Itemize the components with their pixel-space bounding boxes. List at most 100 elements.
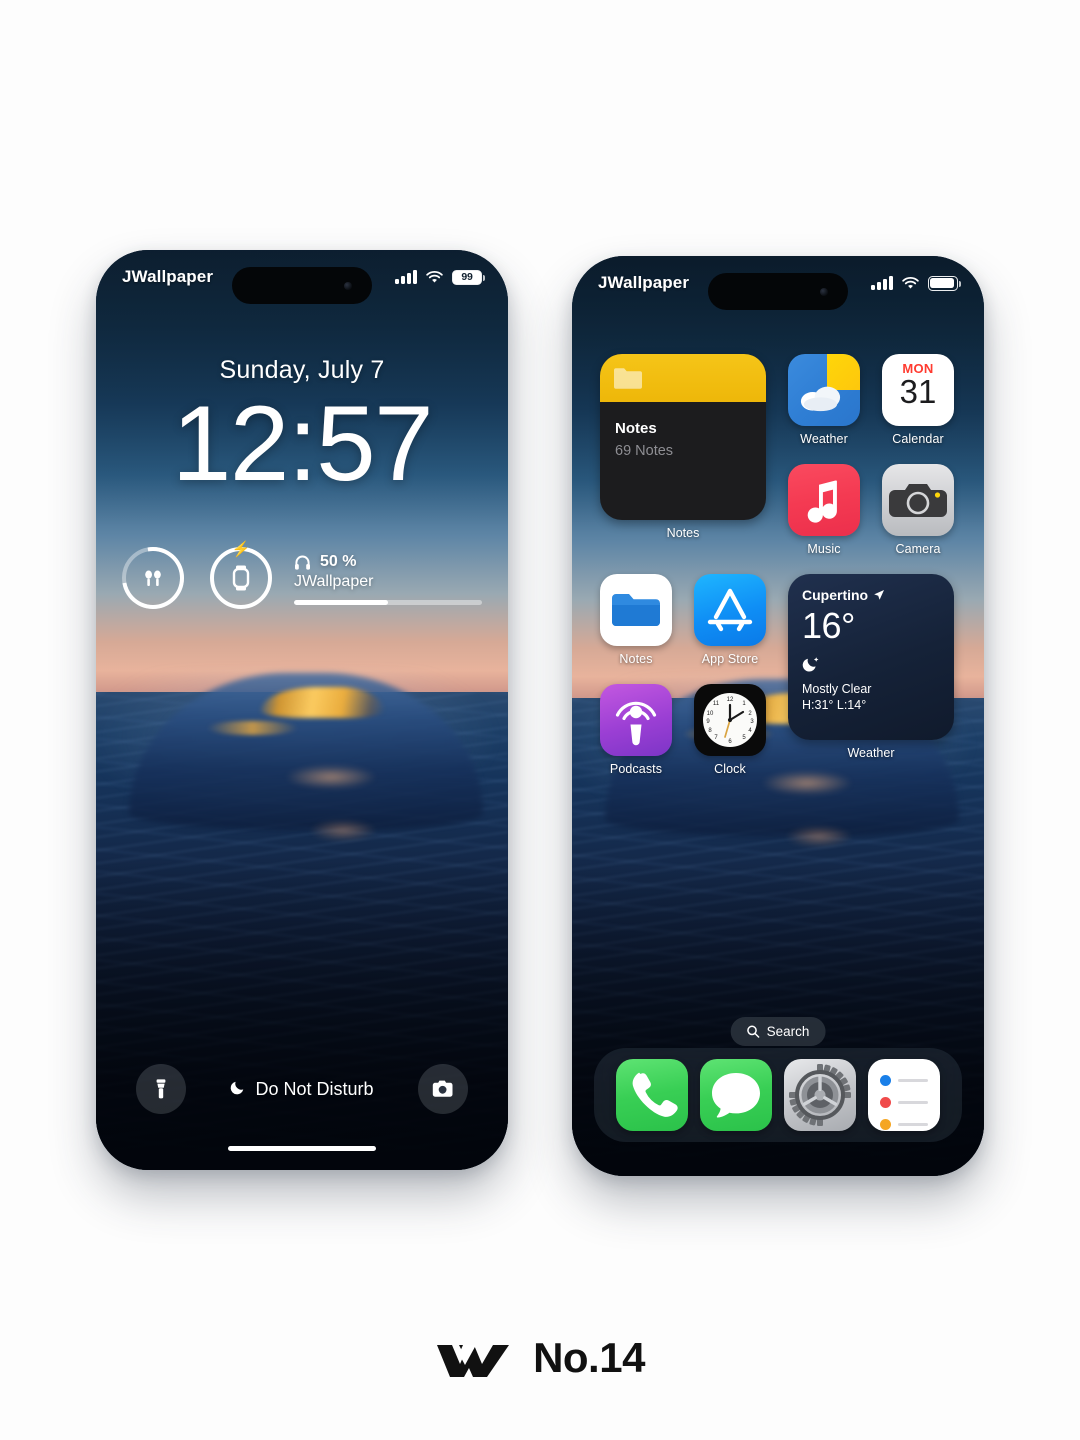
lock-widgets-row: ⚡ 50 % JWallpaper	[96, 534, 508, 622]
cloud-shape	[800, 386, 840, 411]
wallpaper-reflection-two	[310, 820, 377, 841]
podcasts-icon	[600, 684, 672, 756]
app-music[interactable]: Music	[788, 464, 860, 556]
lock-screen-phone: JWallpaper 99 Sunday, July 7 12:57 ⚡ 50 …	[96, 250, 508, 1170]
airpods-battery-ring[interactable]	[109, 534, 197, 622]
airpods-icon	[122, 547, 184, 609]
headphones-icon	[295, 555, 310, 570]
app-label: Music	[807, 542, 841, 556]
reminder-line	[898, 1123, 928, 1126]
battery-icon	[928, 275, 962, 291]
weather-widget-wrapper: Cupertino 16° Mostly Clear H:31° L:14° W…	[788, 574, 954, 776]
reminder-dot-orange	[880, 1119, 891, 1130]
reminder-dot-red	[880, 1097, 891, 1108]
phone-handset-icon[interactable]	[616, 1059, 688, 1131]
footer: No.14	[0, 1334, 1080, 1382]
weather-widget[interactable]: Cupertino 16° Mostly Clear H:31° L:14°	[788, 574, 954, 740]
app-label: Camera	[895, 542, 941, 556]
home-col-weather-music: Weather Music	[788, 354, 860, 556]
app-app-store[interactable]: App Store	[694, 574, 766, 666]
home-indicator[interactable]	[704, 1152, 852, 1157]
location-arrow-icon	[874, 590, 885, 600]
svg-text:10: 10	[707, 711, 714, 717]
home-col-appstore-clock: App Store 12 1 2 3 4 5 6 7 8 9 10 11 Clo…	[694, 574, 766, 776]
carrier-label: JWallpaper	[598, 273, 690, 292]
app-store-icon	[694, 574, 766, 646]
app-label: Podcasts	[609, 762, 663, 776]
media-progress-bar[interactable]	[294, 600, 482, 605]
notes-widget-label: Notes	[666, 526, 700, 540]
weather-icon	[788, 354, 860, 426]
weather-temperature: 16°	[802, 605, 855, 646]
notes-widget[interactable]: Notes 69 Notes	[600, 354, 766, 520]
moon-stars-icon	[802, 655, 940, 677]
weather-city-row: Cupertino	[802, 587, 940, 603]
app-notes[interactable]: Notes	[600, 574, 672, 666]
home-row-2: Notes Podcasts App Store 12 1 2 3 4 5 6 …	[600, 574, 956, 776]
weather-widget-label: Weather	[847, 746, 895, 760]
app-weather[interactable]: Weather	[788, 354, 860, 446]
footer-text: No.14	[533, 1334, 645, 1381]
reminder-line	[898, 1101, 928, 1104]
gear-icon[interactable]	[784, 1059, 856, 1131]
flashlight-icon	[156, 1079, 166, 1099]
focus-status: Do Not Disturb	[230, 1078, 374, 1100]
camera-icon	[882, 464, 954, 536]
carrier-label: JWallpaper	[122, 267, 214, 286]
wallpaper-bottom-shade	[96, 857, 508, 1170]
home-status-bar: JWallpaper	[572, 256, 984, 310]
notes-folder-icon	[600, 574, 672, 646]
media-progress-fill	[294, 600, 388, 605]
apple-watch-charging-ring[interactable]: ⚡	[210, 542, 272, 609]
home-app-grid: Notes 69 Notes Notes Weather Music MON 3…	[572, 354, 984, 776]
notes-widget-subtitle: 69 Notes	[615, 443, 674, 459]
app-label: Notes	[619, 652, 653, 666]
app-label: Weather	[800, 432, 848, 446]
reminders-list-icon[interactable]	[868, 1059, 940, 1131]
cellular-bars-icon	[395, 270, 417, 284]
home-screen-phone: JWallpaper Notes 69 Notes Notes Weather …	[572, 256, 984, 1176]
media-widget[interactable]: 50 % JWallpaper	[294, 551, 482, 605]
calendar-icon: MON 31	[882, 354, 954, 426]
status-right-cluster	[871, 275, 962, 291]
focus-label: Do Not Disturb	[255, 1078, 374, 1099]
app-label: App Store	[701, 652, 759, 666]
notes-widget-header	[600, 354, 766, 402]
search-icon	[747, 1025, 760, 1038]
reminder-row	[880, 1119, 928, 1130]
reminder-line	[898, 1079, 928, 1082]
flashlight-button[interactable]	[136, 1064, 186, 1114]
moon-icon	[230, 1079, 246, 1100]
app-camera[interactable]: Camera	[882, 464, 954, 556]
battery-icon: 99	[452, 269, 486, 285]
weather-city: Cupertino	[802, 587, 869, 603]
home-col-calendar-camera: MON 31 Calendar Camera	[882, 354, 954, 556]
battery-percent-label: 99	[453, 270, 481, 284]
message-bubble-icon[interactable]	[700, 1059, 772, 1131]
clock-icon: 12 1 2 345 678 9 10 11	[694, 684, 766, 756]
wallpaper-reflection-two	[786, 826, 853, 847]
lock-bottom-bar: Do Not Disturb	[96, 1062, 508, 1116]
app-podcasts[interactable]: Podcasts	[600, 684, 672, 776]
media-headline: 50 %	[294, 553, 482, 571]
app-clock[interactable]: 12 1 2 345 678 9 10 11 Clock	[694, 684, 766, 776]
calendar-day: 31	[899, 373, 937, 410]
w-logo-icon	[437, 1345, 510, 1377]
battery-fill	[930, 277, 955, 289]
music-note-icon	[788, 464, 860, 536]
search-button[interactable]: Search	[730, 1017, 826, 1046]
lock-status-bar: JWallpaper 99	[96, 250, 508, 304]
cellular-bars-icon	[871, 276, 893, 290]
notes-widget-wrapper: Notes 69 Notes Notes	[600, 354, 766, 556]
media-title: JWallpaper	[294, 573, 374, 590]
reminder-row	[880, 1075, 928, 1086]
home-col-notes-podcasts: Notes Podcasts	[600, 574, 672, 776]
home-indicator[interactable]	[228, 1146, 376, 1151]
camera-icon	[432, 1080, 453, 1097]
search-label: Search	[766, 1024, 810, 1039]
camera-button[interactable]	[417, 1064, 468, 1114]
bolt-icon: ⚡	[231, 541, 251, 558]
home-screen: JWallpaper Notes 69 Notes Notes Weather …	[572, 256, 984, 1176]
app-calendar[interactable]: MON 31 Calendar	[882, 354, 954, 446]
weather-condition: Mostly Clear	[802, 682, 872, 696]
